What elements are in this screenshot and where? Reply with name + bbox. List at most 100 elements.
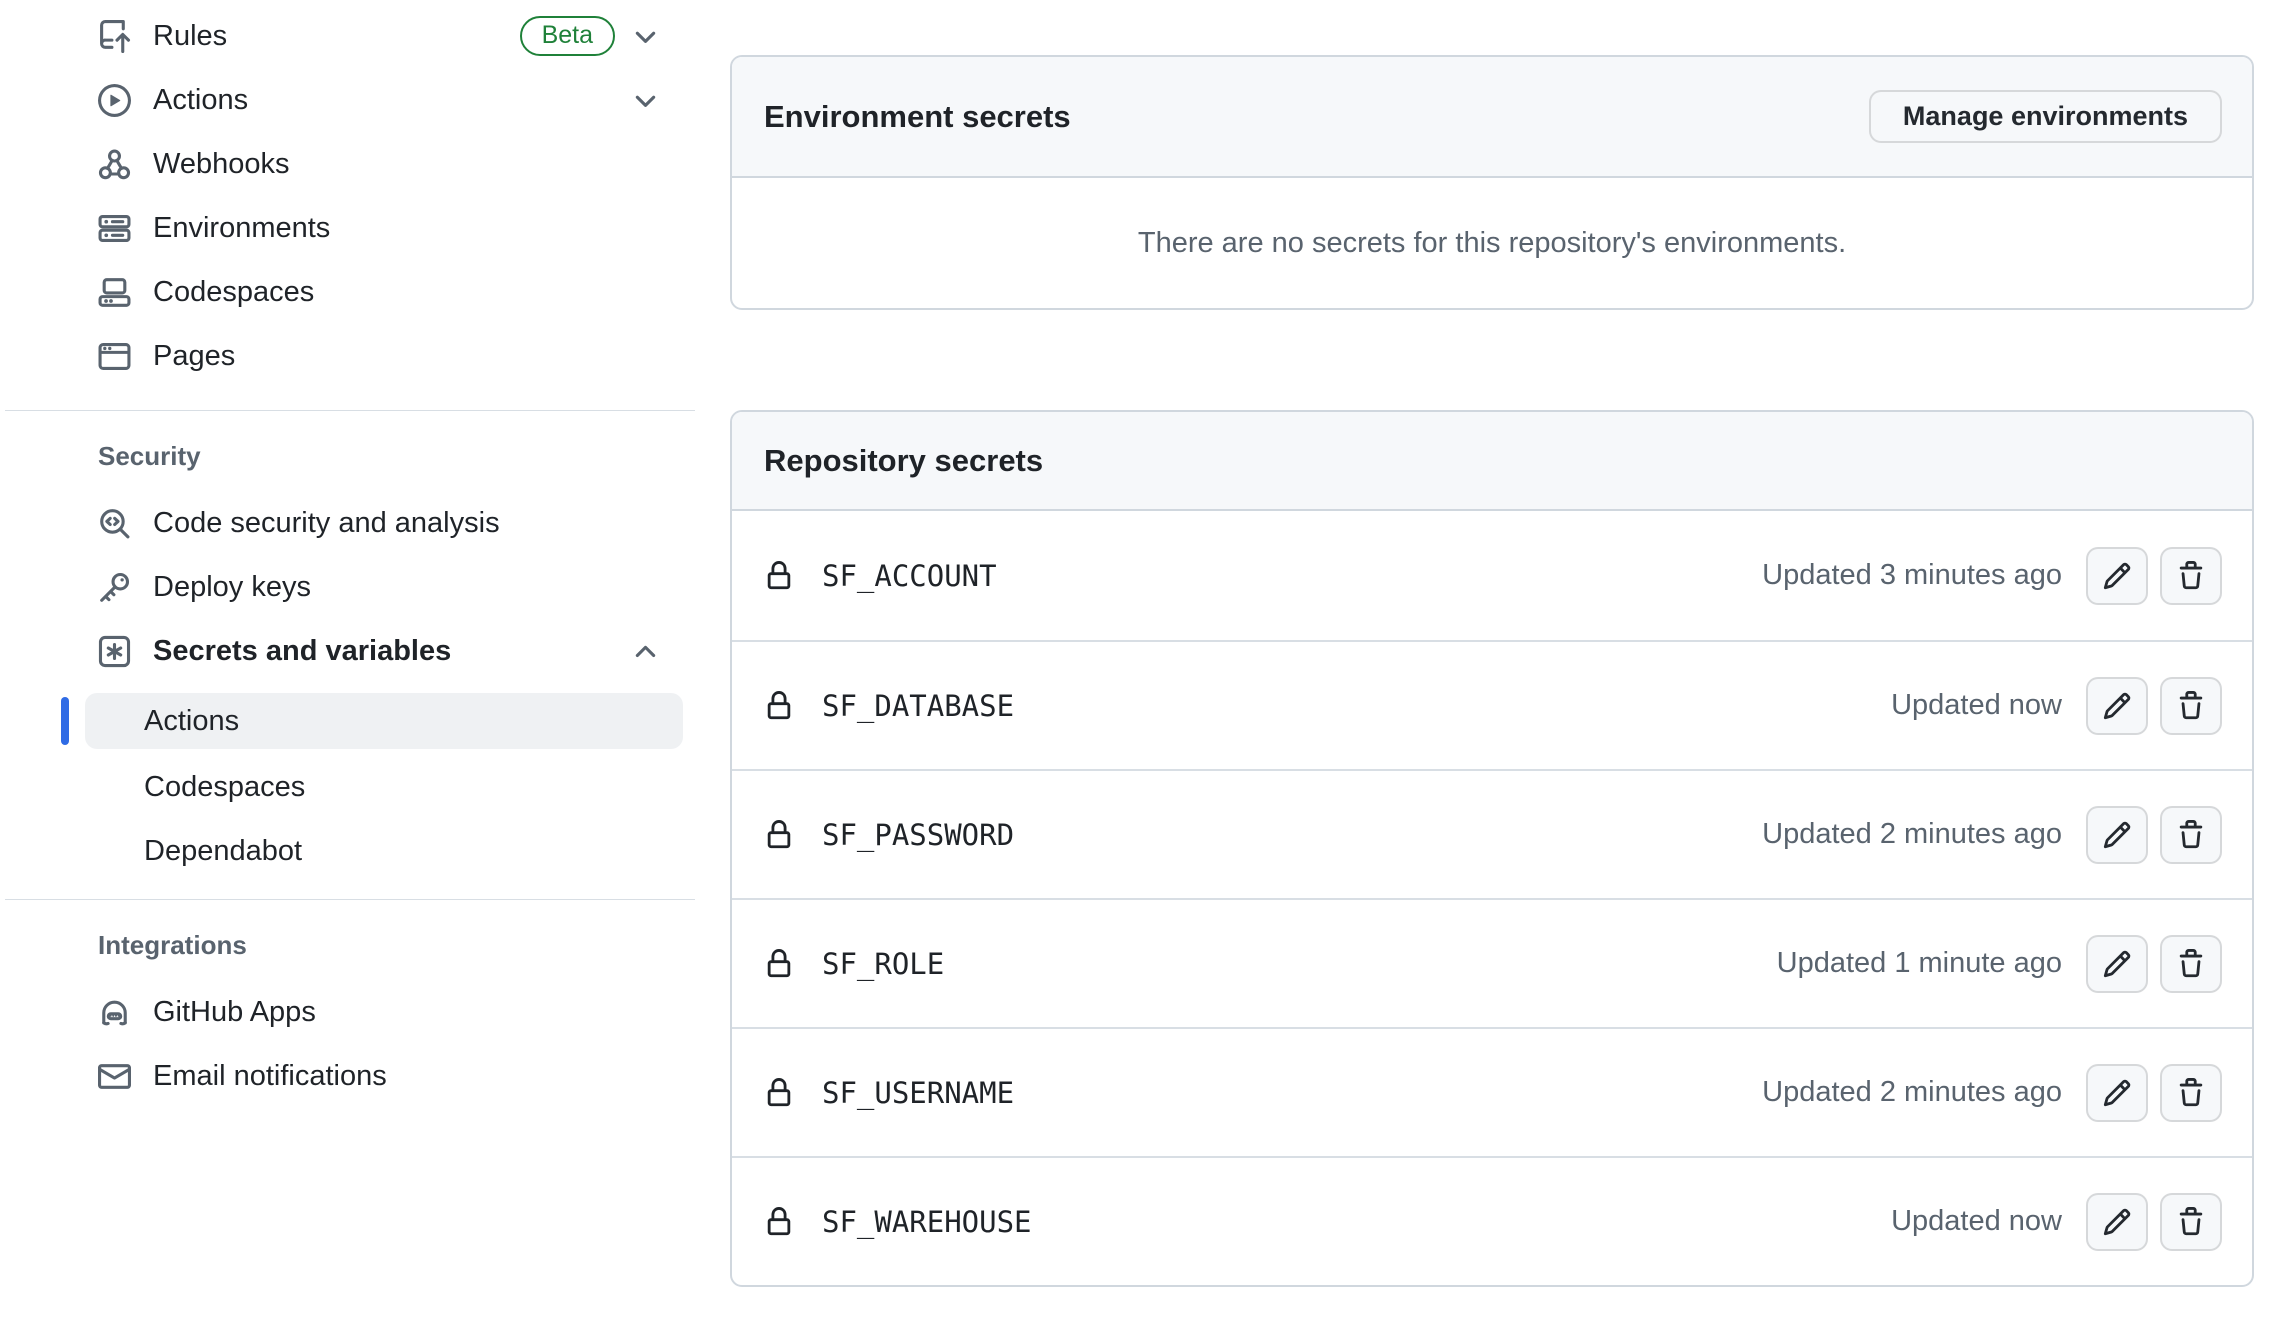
- secret-row: SF_DATABASE Updated now: [732, 640, 2252, 769]
- chevron-down-icon: [631, 22, 660, 51]
- sidebar-divider: [5, 410, 695, 411]
- sidebar-item-label: Email notifications: [153, 1060, 387, 1093]
- server-icon: [98, 212, 131, 245]
- edit-secret-button[interactable]: [2086, 547, 2148, 605]
- secret-updated: Updated now: [1891, 1205, 2062, 1238]
- delete-secret-button[interactable]: [2160, 806, 2222, 864]
- sidebar-item-label: Code security and analysis: [153, 507, 500, 540]
- sidebar-item-actions[interactable]: Actions: [0, 68, 700, 132]
- trash-icon: [2176, 1078, 2206, 1108]
- sidebar-item-rules[interactable]: Rules Beta: [0, 4, 700, 68]
- sidebar-subitem-actions-selected[interactable]: Actions: [85, 693, 683, 749]
- sidebar-subitem-dependabot[interactable]: Dependabot: [0, 819, 700, 883]
- play-icon: [98, 84, 131, 117]
- beta-badge: Beta: [520, 16, 615, 57]
- environment-secrets-panel: Environment secrets Manage environments …: [730, 55, 2254, 310]
- repository-secrets-panel: Repository secrets SF_ACCOUNT Updated 3 …: [730, 410, 2254, 1287]
- secret-row: SF_PASSWORD Updated 2 minutes ago: [732, 769, 2252, 898]
- repository-secrets-title: Repository secrets: [764, 443, 1043, 479]
- pencil-icon: [2102, 949, 2132, 979]
- chevron-down-icon: [631, 86, 660, 115]
- secret-name: SF_WAREHOUSE: [822, 1205, 1032, 1239]
- edit-secret-button[interactable]: [2086, 677, 2148, 735]
- edit-secret-button[interactable]: [2086, 935, 2148, 993]
- lock-icon: [764, 691, 794, 721]
- secret-name: SF_ACCOUNT: [822, 559, 997, 593]
- secret-updated: Updated 2 minutes ago: [1762, 818, 2062, 851]
- repo-push-icon: [98, 20, 131, 53]
- secret-name: SF_DATABASE: [822, 689, 1014, 723]
- sidebar-item-code-security[interactable]: Code security and analysis: [0, 491, 700, 555]
- section-label-integrations: Integrations: [0, 910, 700, 980]
- delete-secret-button[interactable]: [2160, 677, 2222, 735]
- pencil-icon: [2102, 1078, 2132, 1108]
- secret-updated: Updated now: [1891, 689, 2062, 722]
- mail-icon: [98, 1060, 131, 1093]
- sidebar-item-deploy-keys[interactable]: Deploy keys: [0, 555, 700, 619]
- sidebar-divider: [5, 899, 695, 900]
- sidebar-item-github-apps[interactable]: GitHub Apps: [0, 980, 700, 1044]
- trash-icon: [2176, 1207, 2206, 1237]
- webhook-icon: [98, 148, 131, 181]
- delete-secret-button[interactable]: [2160, 1193, 2222, 1251]
- sidebar-item-label: Environments: [153, 212, 330, 245]
- sidebar-item-secrets-and-variables[interactable]: Secrets and variables: [0, 619, 700, 683]
- browser-icon: [98, 340, 131, 373]
- lock-icon: [764, 820, 794, 850]
- manage-environments-button[interactable]: Manage environments: [1869, 90, 2222, 143]
- chevron-up-icon: [631, 637, 660, 666]
- sidebar-item-label: Deploy keys: [153, 571, 311, 604]
- edit-secret-button[interactable]: [2086, 1064, 2148, 1122]
- sidebar-item-codespaces[interactable]: Codespaces: [0, 260, 700, 324]
- sidebar-item-webhooks[interactable]: Webhooks: [0, 132, 700, 196]
- secret-updated: Updated 3 minutes ago: [1762, 559, 2062, 592]
- lock-icon: [764, 1078, 794, 1108]
- secret-row: SF_USERNAME Updated 2 minutes ago: [732, 1027, 2252, 1156]
- edit-secret-button[interactable]: [2086, 1193, 2148, 1251]
- secret-updated: Updated 1 minute ago: [1777, 947, 2062, 980]
- edit-secret-button[interactable]: [2086, 806, 2148, 864]
- delete-secret-button[interactable]: [2160, 547, 2222, 605]
- secret-row: SF_ROLE Updated 1 minute ago: [732, 898, 2252, 1027]
- section-label-security: Security: [0, 421, 700, 491]
- secret-name: SF_USERNAME: [822, 1076, 1014, 1110]
- sidebar-item-label: Webhooks: [153, 148, 290, 181]
- sidebar-subitem-codespaces[interactable]: Codespaces: [0, 755, 700, 819]
- secret-name: SF_PASSWORD: [822, 818, 1014, 852]
- sidebar-item-pages[interactable]: Pages: [0, 324, 700, 388]
- secret-row: SF_WAREHOUSE Updated now: [732, 1156, 2252, 1285]
- hubot-icon: [98, 996, 131, 1029]
- sidebar-item-label: Pages: [153, 340, 235, 373]
- pencil-icon: [2102, 561, 2132, 591]
- pencil-icon: [2102, 691, 2132, 721]
- secret-name: SF_ROLE: [822, 947, 944, 981]
- sidebar-item-label: Actions: [153, 84, 248, 117]
- settings-main: Environment secrets Manage environments …: [730, 0, 2254, 1287]
- environment-secrets-header: Environment secrets Manage environments: [732, 57, 2252, 178]
- lock-icon: [764, 949, 794, 979]
- settings-sidebar: Rules Beta Actions Webhooks Environments…: [0, 4, 700, 1108]
- pencil-icon: [2102, 820, 2132, 850]
- sidebar-item-email-notifications[interactable]: Email notifications: [0, 1044, 700, 1108]
- delete-secret-button[interactable]: [2160, 935, 2222, 993]
- repository-secrets-header: Repository secrets: [732, 412, 2252, 511]
- codescan-icon: [98, 507, 131, 540]
- secret-row: SF_ACCOUNT Updated 3 minutes ago: [732, 511, 2252, 640]
- sidebar-item-label: GitHub Apps: [153, 996, 316, 1029]
- trash-icon: [2176, 820, 2206, 850]
- sidebar-item-environments[interactable]: Environments: [0, 196, 700, 260]
- sidebar-item-label: Rules: [153, 20, 227, 53]
- delete-secret-button[interactable]: [2160, 1064, 2222, 1122]
- trash-icon: [2176, 561, 2206, 591]
- secret-updated: Updated 2 minutes ago: [1762, 1076, 2062, 1109]
- lock-icon: [764, 1207, 794, 1237]
- sidebar-item-label: Codespaces: [153, 276, 314, 309]
- sidebar-subitem-label: Actions: [144, 705, 239, 738]
- trash-icon: [2176, 691, 2206, 721]
- sidebar-item-label: Secrets and variables: [153, 635, 451, 668]
- codespaces-icon: [98, 276, 131, 309]
- sidebar-subitem-label: Codespaces: [144, 771, 305, 804]
- pencil-icon: [2102, 1207, 2132, 1237]
- trash-icon: [2176, 949, 2206, 979]
- asterisk-box-icon: [98, 635, 131, 668]
